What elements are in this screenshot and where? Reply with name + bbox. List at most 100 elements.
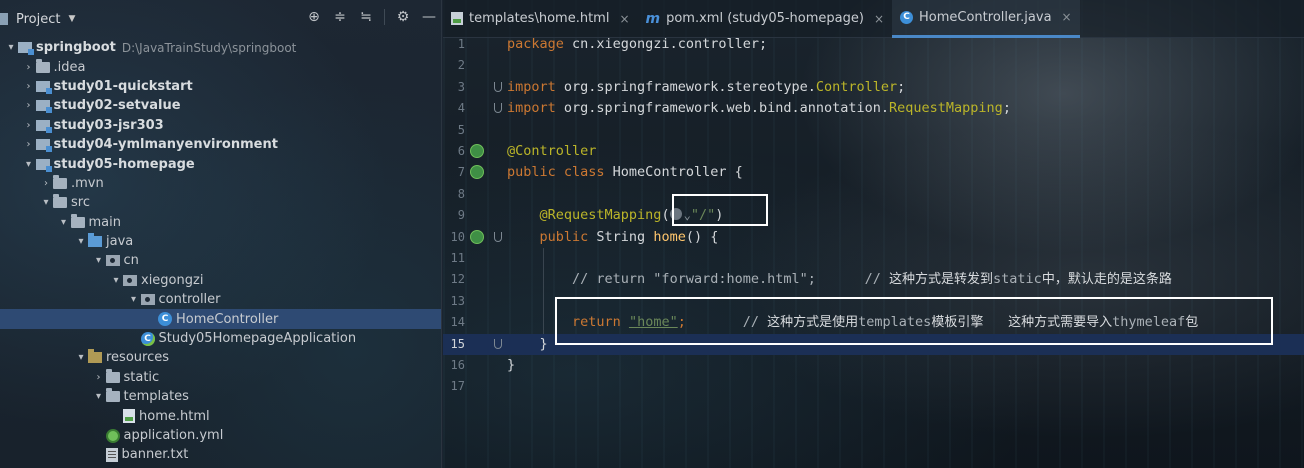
chevron-right-icon[interactable]: ›: [22, 62, 36, 73]
tree-item-label: main: [88, 214, 121, 230]
tree-item-study02-setvalue[interactable]: › study02-setvalue: [0, 96, 441, 115]
tree-item-label: .mvn: [71, 175, 104, 191]
tree-item-src[interactable]: ▾ src: [0, 193, 441, 212]
tree-item-main[interactable]: ▾ main: [0, 213, 441, 232]
tree-item-application-yml[interactable]: ·application.yml: [0, 426, 441, 445]
tree-item-study05homepageapplication[interactable]: ·CStudy05HomepageApplication: [0, 329, 441, 348]
module-icon: [35, 80, 52, 94]
tree-item-springboot[interactable]: ▾ springboot D:\JavaTrainStudy\springboot: [0, 38, 441, 57]
chevron-down-icon[interactable]: ▾: [109, 275, 123, 286]
source-folder-icon: [88, 233, 102, 248]
tree-item-study04-ymlmanyenvironment[interactable]: › study04-ymlmanyenvironment: [0, 135, 441, 154]
tree-item-controller[interactable]: ▾ controller: [0, 290, 441, 309]
tree-item-study05-homepage[interactable]: ▾ study05-homepage: [0, 154, 441, 173]
tree-item-idea[interactable]: › .idea: [0, 57, 441, 76]
editor-tab-templates-home-html[interactable]: templates\home.html ×: [443, 0, 638, 38]
fold-marker-icon[interactable]: [494, 338, 502, 349]
chevron-down-icon[interactable]: ▾: [22, 159, 36, 170]
tree-item-java[interactable]: ▾ java: [0, 232, 441, 251]
code-line[interactable]: }: [507, 334, 548, 355]
tree-item-cn[interactable]: ▾ cn: [0, 251, 441, 270]
folder-icon: [105, 388, 120, 403]
html-file-icon: [451, 12, 463, 25]
tree-item-templates[interactable]: ▾ templates: [0, 387, 441, 406]
code-token: public: [539, 228, 597, 245]
tree-item-label: java: [106, 234, 134, 250]
expand-all-icon[interactable]: ≑: [332, 9, 348, 25]
line-number: 7: [457, 165, 465, 180]
code-line[interactable]: import org.springframework.web.bind.anno…: [507, 98, 1011, 119]
code-token: 这种方式是转发到: [889, 272, 994, 288]
fold-marker-icon[interactable]: [494, 231, 502, 242]
tree-item-label: study02-setvalue: [53, 98, 181, 114]
minimize-icon[interactable]: —: [421, 9, 437, 25]
fold-marker-icon[interactable]: [494, 81, 502, 92]
tree-item-study03-jsr303[interactable]: › study03-jsr303: [0, 116, 441, 135]
editor-tab-pom-xml-study05-homepage[interactable]: m pom.xml (study05-homepage) ×: [638, 0, 893, 38]
tree-item-label: cn: [123, 253, 139, 269]
code-token: home: [653, 228, 686, 245]
tree-item-study01-quickstart[interactable]: › study01-quickstart: [0, 77, 441, 96]
module-icon: [35, 158, 52, 172]
code-token: org.springframework.stereotype.: [563, 78, 816, 95]
tree-item-home-html[interactable]: ·home.html: [0, 406, 441, 425]
code-token: // return "forward:home.html"; //: [572, 271, 890, 288]
tree-item-mvn[interactable]: › .mvn: [0, 174, 441, 193]
code-token: }: [507, 335, 548, 352]
code-line[interactable]: public String home() {: [507, 227, 719, 248]
code-editor: templates\home.html × m pom.xml (study05-ho…: [443, 0, 1304, 468]
chevron-right-icon[interactable]: ›: [22, 81, 36, 92]
chevron-down-icon[interactable]: ▾: [74, 236, 88, 247]
project-view-selector[interactable]: Project ▼: [0, 12, 75, 27]
chevron-down-icon[interactable]: ▾: [39, 197, 53, 208]
chevron-down-icon[interactable]: ▾: [4, 42, 18, 53]
code-line[interactable]: }: [507, 355, 515, 376]
line-number: 3: [457, 79, 465, 94]
chevron-right-icon[interactable]: ›: [92, 372, 106, 383]
chevron-right-icon[interactable]: ›: [39, 178, 53, 189]
close-icon[interactable]: ×: [874, 12, 884, 26]
spring-app-class-icon: C: [140, 331, 155, 346]
editor-tab-homecontroller-java[interactable]: C HomeController.java ×: [892, 0, 1080, 38]
spring-bean-icon[interactable]: [470, 144, 484, 158]
target-icon[interactable]: ⊕: [306, 9, 322, 25]
project-icon: [0, 13, 8, 25]
tree-item-label: HomeController: [176, 311, 279, 327]
code-token: }: [507, 357, 516, 373]
collapse-all-icon[interactable]: ≒: [358, 9, 374, 25]
tree-item-static[interactable]: › static: [0, 368, 441, 387]
gear-icon[interactable]: ⚙: [395, 9, 411, 25]
line-number: 17: [450, 379, 465, 394]
code-token: ;: [897, 78, 906, 95]
code-line[interactable]: @Controller: [507, 141, 596, 162]
chevron-down-icon[interactable]: ▾: [127, 294, 141, 305]
chevron-down-icon[interactable]: ▾: [57, 217, 71, 228]
chevron-down-icon[interactable]: ▾: [92, 255, 106, 266]
code-token: package: [507, 36, 573, 52]
code-line[interactable]: // return "forward:home.html"; // 这种方式是转…: [507, 269, 1172, 290]
folder-icon: [70, 213, 85, 228]
chevron-right-icon[interactable]: ›: [22, 100, 36, 111]
chevron-down-icon[interactable]: ▾: [74, 352, 88, 363]
close-icon[interactable]: ×: [1062, 10, 1072, 24]
code-line[interactable]: public class HomeController {: [507, 162, 743, 183]
chevron-down-icon[interactable]: ▾: [92, 391, 106, 402]
tree-item-xiegongzi[interactable]: ▾ xiegongzi: [0, 271, 441, 290]
fold-marker-icon[interactable]: [494, 103, 502, 114]
line-number: 9: [457, 208, 465, 223]
spring-bean-icon[interactable]: [470, 229, 484, 244]
close-icon[interactable]: ×: [619, 12, 629, 26]
code-token: import: [507, 100, 564, 117]
package-icon: [123, 274, 137, 286]
tree-item-banner-txt[interactable]: ·banner.txt: [0, 445, 441, 464]
code-line[interactable]: import org.springframework.stereotype.Co…: [507, 77, 905, 98]
module-icon: [35, 119, 52, 133]
tree-item-resources[interactable]: ▾ resources: [0, 348, 441, 367]
tree-item-homecontroller[interactable]: ·CHomeController: [0, 309, 441, 329]
code-line[interactable]: package cn.xiegongzi.controller;: [507, 34, 767, 55]
chevron-right-icon[interactable]: ›: [22, 139, 36, 150]
line-number: 10: [450, 229, 465, 244]
chevron-right-icon[interactable]: ›: [22, 120, 36, 131]
